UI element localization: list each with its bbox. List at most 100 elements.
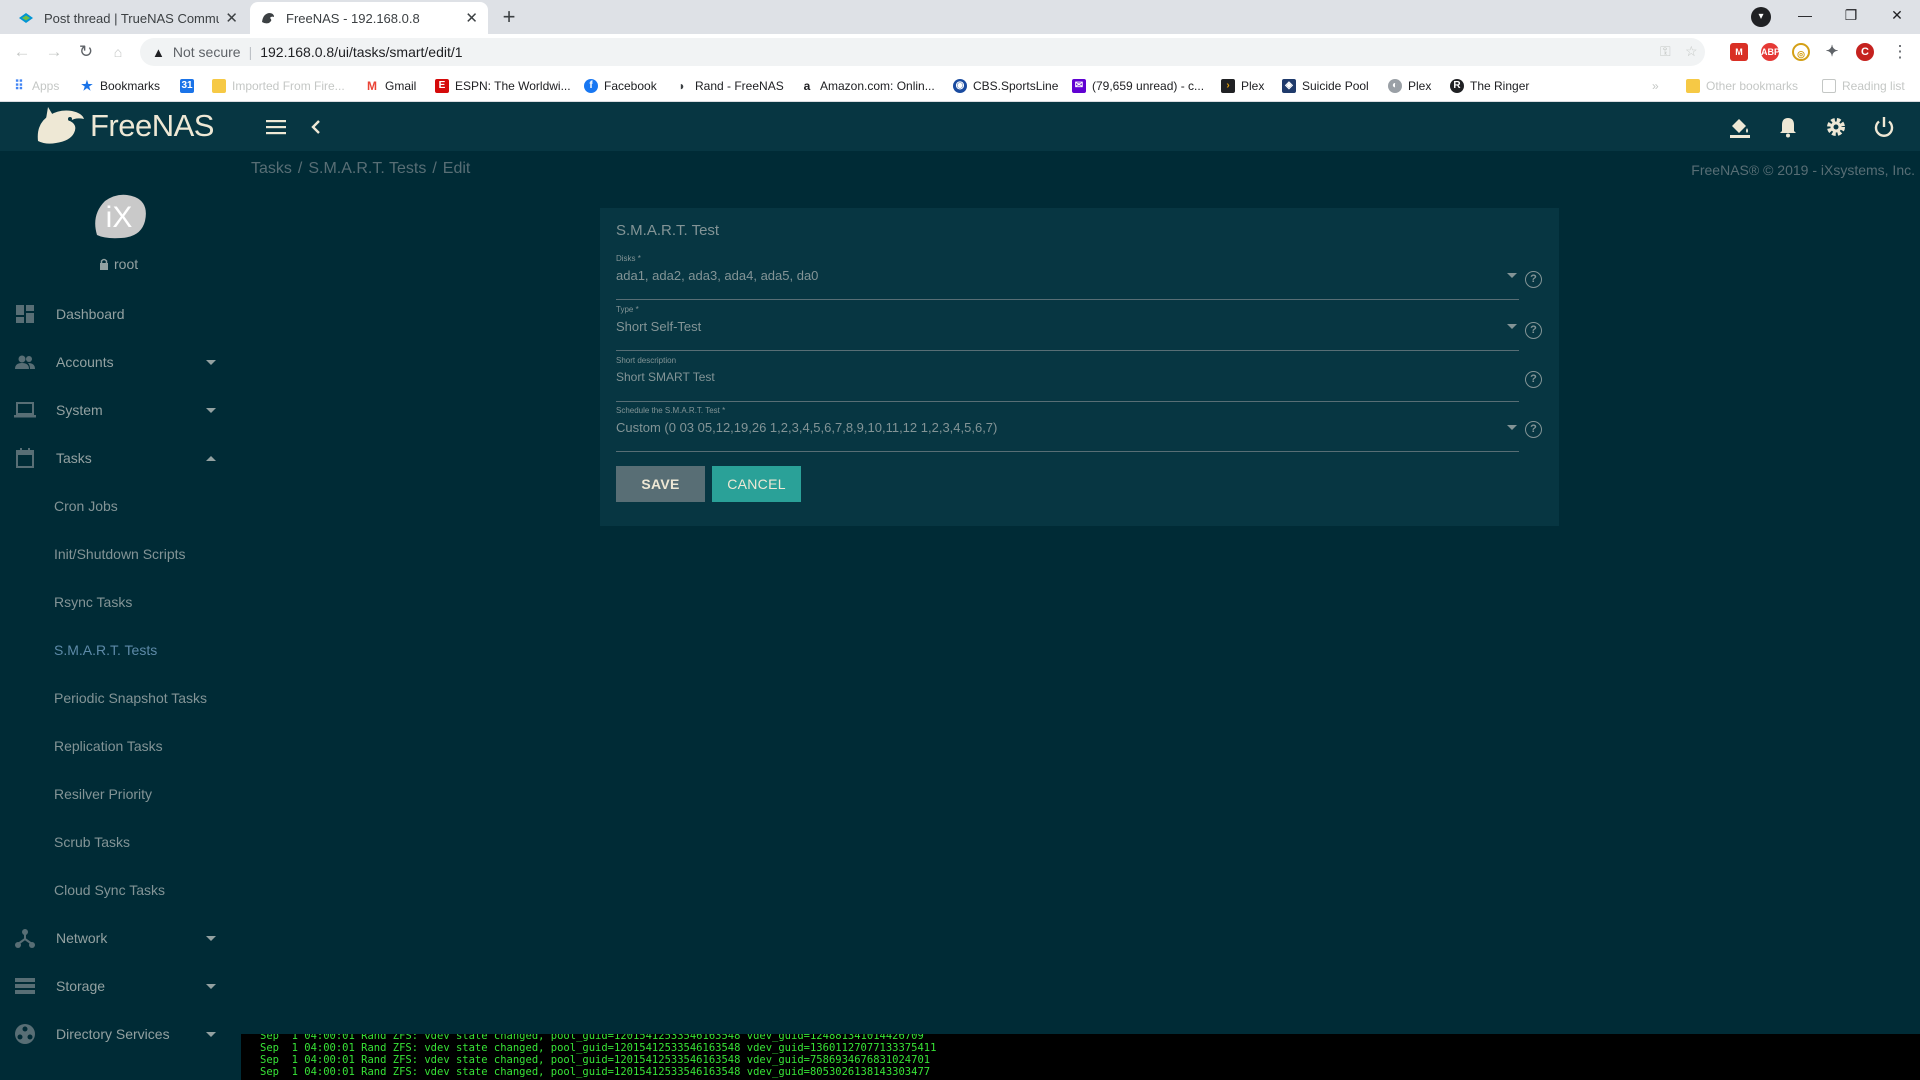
minimize-icon[interactable]: — bbox=[1782, 0, 1828, 30]
tab-freenas[interactable]: FreeNAS - 192.168.0.8 ✕ bbox=[250, 2, 488, 34]
bookmark-mail[interactable]: ✉ (79,659 unread) - c... bbox=[1072, 77, 1204, 95]
bookmark-gmail[interactable]: M Gmail bbox=[365, 77, 416, 95]
bookmark-bookmarks[interactable]: ★ Bookmarks bbox=[80, 77, 160, 95]
help-icon[interactable]: ? bbox=[1525, 421, 1542, 438]
bookmark-facebook[interactable]: f Facebook bbox=[584, 77, 657, 95]
freenas-shark-icon bbox=[37, 107, 84, 144]
facebook-icon: f bbox=[584, 79, 598, 93]
sidebar-subitem-scrub-tasks[interactable]: Scrub Tasks bbox=[54, 822, 234, 862]
puzzle-icon[interactable]: ✦ bbox=[1823, 43, 1841, 61]
bookmark-suicide-pool[interactable]: ◈ Suicide Pool bbox=[1282, 77, 1369, 95]
sidebar-subitem-smart-tests[interactable]: S.M.A.R.T. Tests bbox=[54, 630, 234, 670]
breadcrumb-smart-tests[interactable]: S.M.A.R.T. Tests bbox=[308, 160, 426, 177]
freenas-logo[interactable]: FreeNAS bbox=[34, 104, 214, 148]
bell-icon[interactable] bbox=[1775, 114, 1801, 140]
disks-select[interactable]: Disks * ada1, ada2, ada3, ada4, ada5, da… bbox=[616, 254, 1519, 300]
gear-icon[interactable] bbox=[1823, 114, 1849, 140]
chevron-left-icon[interactable] bbox=[303, 114, 329, 140]
help-icon[interactable]: ? bbox=[1525, 271, 1542, 288]
field-label: Schedule the S.M.A.R.T. Test * bbox=[616, 406, 726, 415]
truenas-favicon-icon bbox=[19, 13, 33, 23]
network-icon bbox=[15, 929, 35, 948]
power-icon[interactable] bbox=[1871, 114, 1897, 140]
menu-icon[interactable] bbox=[263, 114, 289, 140]
schedule-select[interactable]: Schedule the S.M.A.R.T. Test * Custom (0… bbox=[616, 406, 1519, 452]
sidebar-item-label: Storage bbox=[56, 978, 106, 994]
browser-tab-strip: Post thread | TrueNAS Communit ✕ FreeNAS… bbox=[0, 0, 1920, 34]
back-icon[interactable]: ← bbox=[8, 38, 36, 66]
apps-grid-icon: ⠿ bbox=[14, 78, 24, 93]
more-bookmarks-icon[interactable]: » bbox=[1652, 77, 1659, 95]
adblock-icon[interactable]: ABP bbox=[1761, 43, 1780, 61]
sidebar-item-system[interactable]: System bbox=[0, 390, 241, 430]
sidebar-subitem-cloud-sync-tasks[interactable]: Cloud Sync Tasks bbox=[54, 870, 234, 910]
sidebar-subitem-rsync-tasks[interactable]: Rsync Tasks bbox=[54, 582, 234, 622]
bookmark-label: CBS.SportsLine bbox=[973, 79, 1059, 93]
sidebar-item-network[interactable]: Network bbox=[0, 918, 241, 958]
breadcrumb: Tasks / S.M.A.R.T. Tests / Edit bbox=[251, 160, 470, 178]
forward-icon[interactable]: → bbox=[40, 38, 68, 66]
bookmark-rand-freenas[interactable]: ◗ Rand - FreeNAS bbox=[675, 77, 784, 95]
sidebar-subitem-replication-tasks[interactable]: Replication Tasks bbox=[54, 726, 234, 766]
bookmark-the-ringer[interactable]: R The Ringer bbox=[1450, 77, 1529, 95]
home-icon[interactable]: ⌂ bbox=[104, 38, 132, 66]
save-button[interactable]: SAVE bbox=[616, 466, 705, 502]
sidebar-subitem-resilver-priority[interactable]: Resilver Priority bbox=[54, 774, 234, 814]
sidebar-item-dashboard[interactable]: Dashboard bbox=[0, 294, 241, 334]
cbs-icon: ◉ bbox=[953, 79, 967, 93]
reload-icon[interactable]: ↻ bbox=[72, 38, 100, 66]
sidebar-item-storage[interactable]: Storage bbox=[0, 966, 241, 1006]
bookmark-cbs[interactable]: ◉ CBS.SportsLine bbox=[953, 77, 1058, 95]
bookmarks-bar: ⠿ Apps ★ Bookmarks 31 Imported From Fire..… bbox=[0, 70, 1920, 102]
address-bar[interactable]: ▲ Not secure | 192.168.0.8/ui/tasks/smar… bbox=[140, 38, 1705, 66]
bookmark-star-icon[interactable]: ☆ bbox=[1685, 43, 1698, 60]
close-icon[interactable]: ✕ bbox=[225, 9, 238, 27]
sidebar-item-label: Network bbox=[56, 930, 108, 946]
bookmark-other[interactable]: Other bookmarks bbox=[1686, 77, 1798, 95]
sidebar-item-directory-services[interactable]: Directory Services bbox=[0, 1014, 241, 1054]
extension-icon[interactable]: ◎ bbox=[1792, 43, 1810, 61]
amazon-icon: a bbox=[803, 79, 811, 93]
bookmark-calendar[interactable]: 31 bbox=[180, 77, 200, 95]
breadcrumb-separator: / bbox=[432, 160, 437, 177]
theme-bucket-icon[interactable] bbox=[1727, 114, 1753, 140]
bookmark-label: Rand - FreeNAS bbox=[695, 79, 784, 93]
help-icon[interactable]: ? bbox=[1525, 322, 1542, 339]
more-menu-icon[interactable]: ⋮ bbox=[1886, 38, 1914, 66]
short-description-input[interactable]: Short description Short SMART Test bbox=[616, 356, 1519, 402]
sidebar-subitem-periodic-snapshot-tasks[interactable]: Periodic Snapshot Tasks bbox=[54, 678, 234, 718]
type-select[interactable]: Type * Short Self-Test bbox=[616, 305, 1519, 351]
bookmark-label: Amazon.com: Onlin... bbox=[820, 79, 935, 93]
field-label: Short description bbox=[616, 356, 677, 365]
bookmark-amazon[interactable]: a Amazon.com: Onlin... bbox=[800, 77, 935, 95]
chevron-down-icon bbox=[206, 935, 216, 941]
bookmark-imported[interactable]: Imported From Fire... bbox=[212, 77, 345, 95]
sidebar-item-accounts[interactable]: Accounts bbox=[0, 342, 241, 382]
bookmark-plex[interactable]: › Plex bbox=[1221, 77, 1264, 95]
restore-icon[interactable]: ❐ bbox=[1828, 0, 1874, 30]
tab-search-icon[interactable]: ▾ bbox=[1751, 7, 1771, 27]
bookmark-apps[interactable]: ⠿ Apps bbox=[12, 77, 59, 95]
bookmark-label: The Ringer bbox=[1470, 79, 1530, 93]
reading-list[interactable]: Reading list bbox=[1822, 77, 1905, 95]
sidebar-item-label: Accounts bbox=[56, 354, 114, 370]
extension-mail-icon[interactable]: M bbox=[1730, 43, 1748, 61]
new-tab-button[interactable]: + bbox=[495, 4, 523, 32]
key-icon[interactable]: ⚿ bbox=[1660, 43, 1671, 60]
user-label: root bbox=[99, 256, 138, 272]
sidebar-item-tasks[interactable]: Tasks bbox=[0, 438, 241, 478]
profile-avatar[interactable]: C bbox=[1856, 43, 1874, 61]
close-window-icon[interactable]: ✕ bbox=[1874, 0, 1920, 30]
close-icon[interactable]: ✕ bbox=[465, 9, 478, 27]
field-value: Short Self-Test bbox=[616, 319, 702, 334]
bookmark-plex-2[interactable]: ◐ Plex bbox=[1388, 77, 1431, 95]
help-icon[interactable]: ? bbox=[1525, 371, 1542, 388]
sidebar-subitem-cron-jobs[interactable]: Cron Jobs bbox=[54, 486, 234, 526]
console-line: Sep 1 04:00:01 Rand ZFS: vdev state chan… bbox=[260, 1034, 924, 1042]
bookmark-label: Bookmarks bbox=[100, 79, 161, 93]
breadcrumb-tasks[interactable]: Tasks bbox=[251, 160, 292, 177]
tab-truenas-community[interactable]: Post thread | TrueNAS Communit ✕ bbox=[8, 2, 248, 34]
cancel-button[interactable]: CANCEL bbox=[712, 466, 801, 502]
sidebar-subitem-init-shutdown-scripts[interactable]: Init/Shutdown Scripts bbox=[54, 534, 234, 574]
bookmark-espn[interactable]: E ESPN: The Worldwi... bbox=[435, 77, 571, 95]
